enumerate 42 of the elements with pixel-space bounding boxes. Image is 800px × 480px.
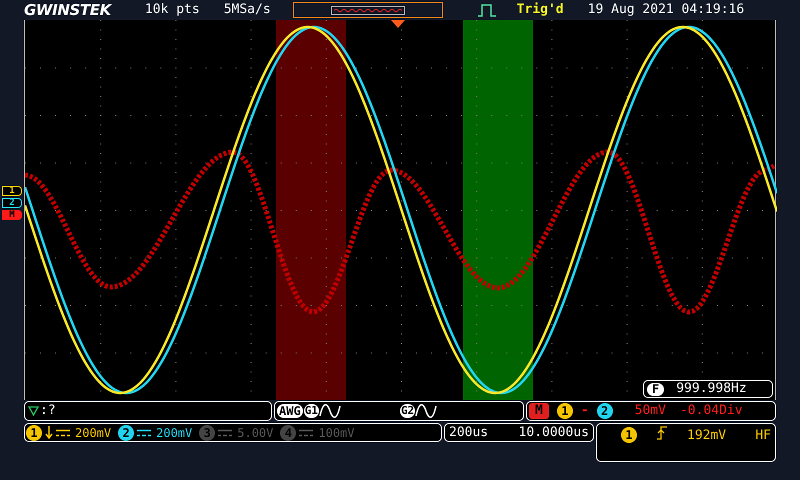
generator-label: G2	[400, 404, 416, 418]
date-time: 19 Aug 2021 04:19:16	[588, 1, 744, 20]
trigger-position-icon	[391, 20, 405, 28]
bus-triangle-icon	[28, 406, 39, 416]
channel-scale: 200mV	[156, 424, 192, 442]
source-badge: 1	[556, 403, 573, 419]
math-label: M	[529, 403, 549, 419]
source-badge: 2	[596, 403, 613, 419]
trigger-source-badge: 1	[621, 427, 637, 443]
channel-number: 2	[118, 424, 134, 440]
channel-marker: M	[2, 210, 22, 220]
channel-scale: 100mV	[318, 424, 354, 442]
channel-scale: 5.00V	[237, 424, 274, 442]
dc-coupling-icon	[218, 428, 232, 436]
math-offset: -0.04Div	[680, 402, 743, 420]
time-position: 10.0000us	[518, 424, 589, 442]
awg-label: AWG	[277, 404, 303, 418]
dc-coupling-icon	[56, 428, 70, 436]
sample-rate: 5MSa/s	[224, 1, 271, 20]
sine-wave-icon	[415, 404, 438, 418]
channel-number: 3	[199, 424, 216, 440]
waveform-overview-icon	[330, 6, 405, 14]
rising-edge-icon	[657, 426, 667, 440]
trigger-level: 192mV	[687, 427, 726, 445]
frequency-value: 999.998Hz	[676, 380, 747, 398]
channel-scale: 200mV	[75, 424, 112, 442]
frequency-label: F	[647, 382, 664, 396]
time-scale: 200us	[449, 424, 488, 442]
dc-coupling-icon	[299, 428, 314, 436]
brand-logo: GWINSTEK	[24, 0, 111, 21]
math-operator: -	[580, 402, 589, 420]
trigger-edge-icon	[476, 3, 497, 17]
trigger-status: Trig'd	[516, 1, 564, 20]
math-scale: 50mV	[634, 402, 666, 420]
dc-coupling-icon	[137, 428, 152, 436]
channel-number: 4	[280, 424, 296, 440]
record-length: 10k pts	[144, 1, 200, 20]
generator-label: G1	[304, 404, 319, 418]
bus-text: :?	[40, 402, 56, 420]
channel-number: 1	[26, 424, 42, 440]
sine-wave-icon	[318, 404, 341, 418]
trigger-coupling: HF	[755, 427, 771, 445]
